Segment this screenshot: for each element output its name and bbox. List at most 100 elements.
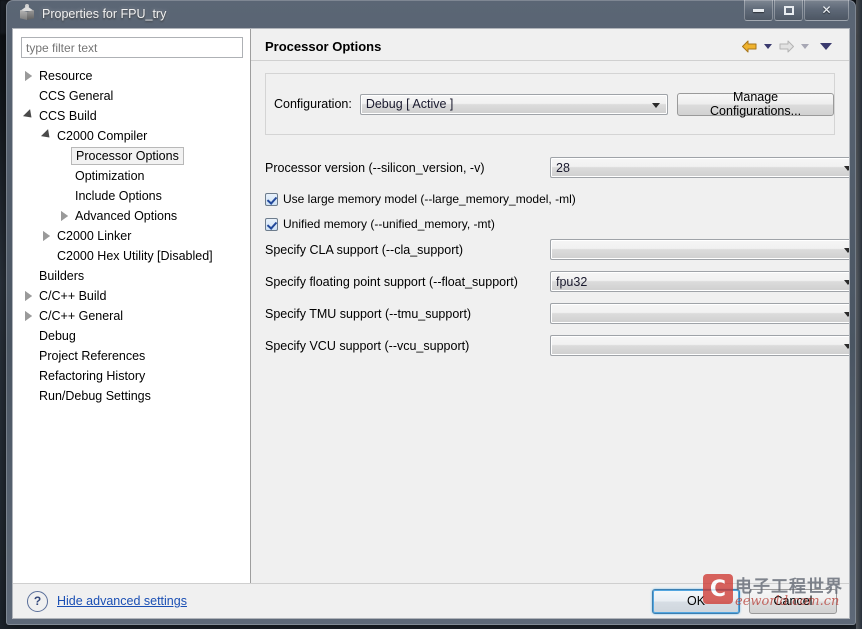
settings-tree: Resource CCS General CCS Build C2000 Compil… [21,66,244,406]
chevron-right-glyph [25,311,32,321]
tree-item-project-references[interactable]: Project References [21,346,244,366]
back-arrow-icon[interactable] [741,39,758,54]
tree-item-advanced-options[interactable]: Advanced Options [21,206,244,226]
forward-arrow-icon [778,39,795,54]
title-bar[interactable]: Properties for FPU_try ✕ [12,0,850,28]
checkbox-unified-memory-unified-memory-mt[interactable] [265,217,278,231]
tree-item-label: Refactoring History [39,369,146,383]
page-menu-caret-icon[interactable] [820,43,832,50]
combo-specify-vcu-support-vcu-support[interactable] [550,335,849,356]
tree-item-run-debug-settings[interactable]: Run/Debug Settings [21,386,244,406]
tree-item-label: Include Options [75,189,162,203]
chevron-right-glyph [43,231,50,241]
combo-processor-version-silicon-version-v[interactable]: 28 [550,157,849,178]
option-label: Specify floating point support (--float_… [265,274,518,289]
configuration-combo-value: Debug [ Active ] [365,97,454,111]
window-right-edge [856,0,862,629]
tree-item-debug[interactable]: Debug [21,326,244,346]
close-button[interactable]: ✕ [804,0,849,21]
tree-item-label: CCS Build [39,109,97,123]
manage-configurations-button[interactable]: Manage Configurations... [677,90,834,118]
tree-item-c-c-build[interactable]: C/C++ Build [21,286,244,306]
tree-item-c2000-linker[interactable]: C2000 Linker [21,226,244,246]
option-row-use-large-memory-model-large-memory-model-ml[interactable]: Use large memory model (--large_memory_m… [265,189,835,209]
content-row: Resource CCS General CCS Build C2000 Compil… [13,29,849,584]
chevron-down-icon [652,102,661,108]
chevron-down-icon[interactable] [21,108,37,121]
combo-specify-tmu-support-tmu-support[interactable] [550,303,849,324]
tree-item-label: C2000 Linker [57,229,132,243]
chevron-right-icon[interactable] [21,311,37,321]
tree-item-label: C/C++ Build [39,289,107,303]
caption-buttons: ✕ [743,0,849,21]
option-row-unified-memory-unified-memory-mt[interactable]: Unified memory (--unified_memory, -mt) [265,214,835,234]
chevron-right-icon[interactable] [39,231,55,241]
configuration-group: Configuration: Debug [ Active ] Manage C… [265,73,835,135]
hide-advanced-settings-link[interactable]: Hide advanced settings [57,594,187,608]
chevron-down-icon [844,166,849,171]
chevron-right-icon[interactable] [21,291,37,301]
chevron-down-icon [844,280,849,285]
chevron-down-icon[interactable] [39,128,55,141]
back-history-caret-icon[interactable] [764,44,772,49]
tree-item-label: Debug [39,329,76,343]
combo-value: 28 [556,160,570,175]
tree-item-resource[interactable]: Resource [21,66,244,86]
tree-item-label: CCS General [39,89,114,103]
close-icon: ✕ [821,3,832,17]
option-row-specify-floating-point-support-float-support: Specify floating point support (--float_… [265,271,849,292]
dialog-client-area: Resource CCS General CCS Build C2000 Compil… [12,28,850,619]
checkbox-use-large-memory-model-large-memory-model-ml[interactable] [265,192,278,206]
tree-item-c2000-compiler[interactable]: C2000 Compiler [21,126,244,146]
forward-history-caret-icon [801,44,809,49]
tree-item-label: Project References [39,349,146,363]
tree-item-refactoring-history[interactable]: Refactoring History [21,366,244,386]
question-mark-icon[interactable]: ? [27,590,48,612]
tree-item-ccs-general[interactable]: CCS General [21,86,244,106]
cube-icon [18,4,36,23]
tree-item-label: Advanced Options [75,209,178,223]
combo-value: fpu32 [556,274,588,289]
tree-item-processor-options[interactable]: Processor Options [21,146,244,166]
option-label: Unified memory (--unified_memory, -mt) [283,217,495,231]
chevron-down-icon [844,344,849,349]
tree-item-ccs-build[interactable]: CCS Build [21,106,244,126]
tree-item-label: C2000 Hex Utility [Disabled] [57,249,213,263]
tree-item-builders[interactable]: Builders [21,266,244,286]
option-label: Specify VCU support (--vcu_support) [265,338,470,353]
chevron-down-icon [844,312,849,317]
option-row-specify-vcu-support-vcu-support: Specify VCU support (--vcu_support) [265,335,849,356]
chevron-right-icon[interactable] [57,211,73,221]
properties-dialog-window: Properties for FPU_try ✕ Resource CCS Gen… [6,0,856,625]
option-row-specify-tmu-support-tmu-support: Specify TMU support (--tmu_support) [265,303,849,324]
option-label: Processor version (--silicon_version, -v… [265,160,485,175]
minimize-button[interactable] [744,0,773,21]
tree-item-label: Optimization [75,169,145,183]
tree-item-label: C2000 Compiler [57,129,148,143]
cancel-button[interactable]: Cancel [749,588,837,614]
settings-tree-pane: Resource CCS General CCS Build C2000 Compil… [13,29,251,584]
filter-input[interactable] [21,37,243,58]
chevron-right-glyph [25,71,32,81]
maximize-button[interactable] [774,0,803,21]
option-row-specify-cla-support-cla-support: Specify CLA support (--cla_support) [265,239,849,260]
chevron-down-glyph [22,108,36,121]
tree-item-include-options[interactable]: Include Options [21,186,244,206]
page-header: Processor Options [265,39,835,60]
chevron-down-icon [844,248,849,253]
tree-item-optimization[interactable]: Optimization [21,166,244,186]
tree-item-c2000-hex-utility-disabled[interactable]: C2000 Hex Utility [Disabled] [21,246,244,266]
tree-item-c-c-general[interactable]: C/C++ General [21,306,244,326]
processor-options-pane: Processor Options Configuration: Debug [… [251,29,849,584]
combo-specify-cla-support-cla-support[interactable] [550,239,849,260]
option-label: Specify CLA support (--cla_support) [265,242,464,257]
chevron-right-glyph [61,211,68,221]
chevron-right-glyph [25,291,32,301]
ok-button[interactable]: OK [652,588,740,614]
chevron-right-icon[interactable] [21,71,37,81]
configuration-combo[interactable]: Debug [ Active ] [359,93,669,115]
tree-item-label: Processor Options [71,147,184,165]
configuration-label: Configuration: [274,97,352,111]
page-title: Processor Options [265,39,382,54]
combo-specify-floating-point-support-float-support[interactable]: fpu32 [550,271,849,292]
